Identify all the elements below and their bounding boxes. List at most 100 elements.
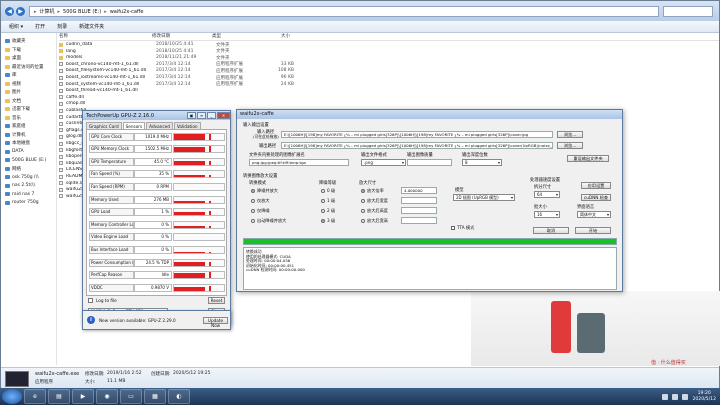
nav-item[interactable]: router 750g xyxy=(5,199,39,207)
clock[interactable]: 19:20 2020/5/12 xyxy=(692,391,716,403)
sensor-label[interactable]: Fan Speed (RPM) xyxy=(89,182,134,191)
split-size-select[interactable]: 64 xyxy=(534,191,560,198)
extension-field[interactable]: png:jpg:jpeg:tif:tiff:bmp:tga xyxy=(249,159,349,166)
nav-item[interactable]: 音乐 xyxy=(5,114,21,122)
breadcrumb-folder[interactable]: waifu2x-caffe xyxy=(110,9,144,15)
noise-option[interactable]: 2 级 xyxy=(321,208,335,214)
noise-option[interactable]: 0 级 xyxy=(321,188,335,194)
terminal-icon[interactable]: ▭ xyxy=(120,389,142,404)
nav-item[interactable]: 桌面 xyxy=(5,54,21,62)
new-folder-button[interactable]: 新建文件夹 xyxy=(79,23,104,30)
radio-button[interactable] xyxy=(321,219,325,223)
nav-item[interactable]: 图片 xyxy=(5,88,21,96)
start-button[interactable] xyxy=(2,389,22,404)
scales-option[interactable]: 放大倍率 xyxy=(361,188,384,194)
breadcrumb-computer[interactable]: 计算机 xyxy=(40,8,55,15)
sensor-label[interactable]: PerfCap Reason xyxy=(89,271,134,280)
gpuz-icon[interactable]: ▦ xyxy=(144,389,166,404)
reset-button[interactable]: Reset xyxy=(208,297,225,304)
model-select[interactable]: 2D 插图 (UpRGB 模型) xyxy=(453,194,515,201)
nav-item[interactable]: 下载 xyxy=(5,46,21,54)
nav-item[interactable]: raid nas 7 xyxy=(5,190,34,198)
input-browse-button[interactable]: 浏览... xyxy=(557,131,583,138)
nav-item[interactable]: osk 750g (\\ xyxy=(5,173,39,181)
nav-item[interactable]: nas 2.5t(\\ xyxy=(5,182,35,190)
waifu-icon[interactable]: ◐ xyxy=(168,389,190,404)
burn-button[interactable]: 刻录 xyxy=(57,23,67,30)
sensor-label[interactable]: GPU Temperature xyxy=(89,157,134,166)
explorer-icon[interactable]: ▤ xyxy=(48,389,70,404)
scale-value-field[interactable] xyxy=(401,207,437,214)
scale-value-field[interactable]: 4.000000 xyxy=(401,187,437,194)
forward-icon[interactable]: ▶ xyxy=(16,7,25,16)
address-bar[interactable]: ▸ 计算机 ▸ 500G BLUE (E:) ▸ waifu2x-caffe xyxy=(29,6,659,17)
radio-button[interactable] xyxy=(361,199,365,203)
modes-option[interactable]: 自动降噪并放大 xyxy=(251,218,286,224)
back-icon[interactable]: ◀ xyxy=(5,7,14,16)
search-input[interactable] xyxy=(663,6,713,17)
modes-option[interactable]: 仅放大 xyxy=(251,198,270,204)
network-tray-icon[interactable] xyxy=(662,393,669,400)
radio-button[interactable] xyxy=(361,219,365,223)
output-format-select[interactable]: .png xyxy=(361,159,406,166)
organize-button[interactable]: 组织 ▾ xyxy=(9,23,23,30)
sensor-label[interactable]: GPU Core Clock xyxy=(89,132,134,141)
minimize-button[interactable]: _ xyxy=(207,112,216,119)
scales-option[interactable]: 放大后宽度 xyxy=(361,198,388,204)
sensor-label[interactable]: Bus Interface Load xyxy=(89,245,134,254)
start-button[interactable]: 开始 xyxy=(575,227,611,234)
language-select[interactable]: 简体中文 xyxy=(577,211,611,218)
camera-icon[interactable]: ▣ xyxy=(187,112,196,119)
nav-item[interactable]: 视频 xyxy=(5,80,21,88)
nav-item[interactable]: 收藏夹 xyxy=(5,37,26,45)
tta-checkbox[interactable]: TTA 模式 xyxy=(451,225,474,231)
menu-icon[interactable]: ≡ xyxy=(197,112,206,119)
open-button[interactable]: 打开 xyxy=(35,23,45,30)
modes-option[interactable]: 仅降噪 xyxy=(251,208,270,214)
tta-box[interactable] xyxy=(451,226,455,230)
nav-item[interactable]: DATA xyxy=(5,148,24,156)
sensor-label[interactable]: Power Consumption (%) xyxy=(89,258,134,267)
radio-button[interactable] xyxy=(361,189,365,193)
scale-value-field[interactable] xyxy=(401,197,437,204)
input-path-field[interactable]: E:\[1006H]\[198]my FAVORITE ¿¾ – mi plug… xyxy=(281,131,553,138)
update-now-button[interactable]: Update Now xyxy=(203,317,228,328)
radio-button[interactable] xyxy=(321,189,325,193)
output-browse-button[interactable]: 浏览... xyxy=(557,142,583,149)
nav-item[interactable]: 最近访问的位置 xyxy=(5,63,44,71)
output-path-field[interactable]: E:\[1006H]\[198]my FAVORITE ¿¾ – mi plug… xyxy=(281,142,553,149)
chrome-icon[interactable]: ◉ xyxy=(96,389,118,404)
nav-item[interactable]: 文档 xyxy=(5,97,21,105)
sensor-label[interactable]: Video Engine Load xyxy=(89,233,134,242)
flag-tray-icon[interactable] xyxy=(682,393,689,400)
modes-option[interactable]: 降噪并放大 xyxy=(251,188,278,194)
scales-option[interactable]: 放大后宽高 xyxy=(361,218,388,224)
scale-value-field[interactable] xyxy=(401,217,437,224)
reset-output-folder-button[interactable]: 重设输出文件夹 xyxy=(567,155,609,162)
close-icon[interactable]: ✕ xyxy=(217,112,230,119)
scales-option[interactable]: 放大后高度 xyxy=(361,208,388,214)
quality-field[interactable] xyxy=(407,159,452,166)
nav-item[interactable]: 500G BLUE (E:) xyxy=(5,156,46,164)
sensor-label[interactable]: VDDC xyxy=(89,283,134,292)
radio-button[interactable] xyxy=(251,209,255,213)
media-icon[interactable]: ▶ xyxy=(72,389,94,404)
radio-button[interactable] xyxy=(361,209,365,213)
nav-item[interactable]: 计算机 xyxy=(5,131,26,139)
nav-item[interactable]: 迅雷下载 xyxy=(5,105,30,113)
depth-select[interactable]: 8 xyxy=(462,159,502,166)
noise-option[interactable]: 3 级 xyxy=(321,218,335,224)
radio-button[interactable] xyxy=(251,219,255,223)
breadcrumb-drive[interactable]: 500G BLUE (E:) xyxy=(63,9,101,15)
radio-button[interactable] xyxy=(321,199,325,203)
sensor-label[interactable]: GPU Memory Clock xyxy=(89,145,134,154)
column-date[interactable]: 修改日期 xyxy=(152,33,212,40)
nav-item[interactable]: 本地磁盘 xyxy=(5,139,30,147)
sensor-label[interactable]: Fan Speed (%) xyxy=(89,170,134,179)
app-settings-button[interactable]: 应用设置 xyxy=(581,182,611,189)
cudnn-check-button[interactable]: cuDNN 检查 xyxy=(581,194,611,201)
sensor-label[interactable]: Memory Controller Load xyxy=(89,220,134,229)
volume-tray-icon[interactable] xyxy=(672,393,679,400)
column-size[interactable]: 大小 xyxy=(264,33,290,40)
radio-button[interactable] xyxy=(251,199,255,203)
